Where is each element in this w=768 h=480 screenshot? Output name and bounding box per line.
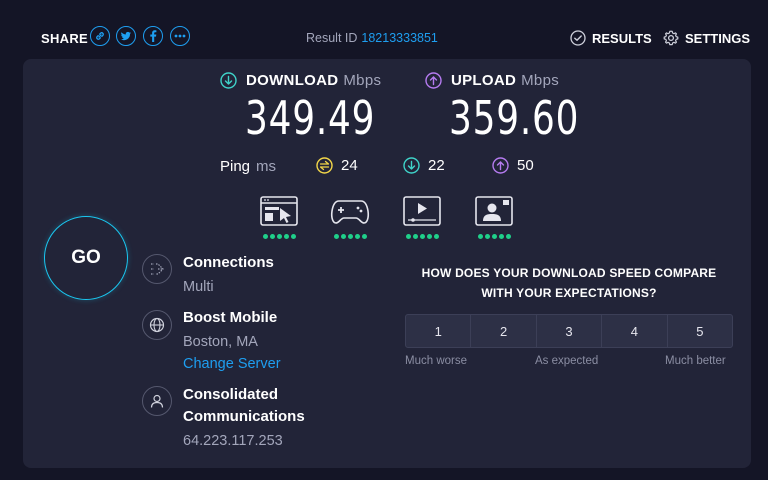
download-label: DOWNLOAD xyxy=(246,72,339,89)
server-name: Boost Mobile xyxy=(183,309,278,326)
provider-name-line2: Communications xyxy=(183,408,305,425)
ping-upload: 50 xyxy=(492,157,534,174)
rating-option-5[interactable]: 5 xyxy=(666,314,734,348)
rating-dot xyxy=(361,234,367,239)
facebook-icon[interactable] xyxy=(143,26,163,46)
rating-mid-label: As expected xyxy=(535,355,599,367)
rating-dot xyxy=(276,234,282,239)
change-server-link[interactable]: Change Server xyxy=(183,356,281,372)
check-circle-icon xyxy=(570,30,586,46)
idle-latency-icon xyxy=(316,157,333,174)
rating-option-2[interactable]: 2 xyxy=(470,314,537,348)
rating-scale: 1 2 3 4 5 xyxy=(405,314,734,348)
result-id-link[interactable]: 18213333851 xyxy=(361,31,437,45)
rating-dot xyxy=(484,234,490,239)
ping-upload-value: 50 xyxy=(517,157,534,174)
download-speed: 349.49 xyxy=(245,91,376,145)
ping-label: Ping xyxy=(220,158,251,175)
server-location: Boston, MA xyxy=(183,334,258,350)
rating-dot xyxy=(290,234,296,239)
ping-label-group: Ping ms xyxy=(220,158,276,175)
globe-icon xyxy=(142,310,172,340)
go-button[interactable]: GO xyxy=(44,216,128,300)
usecase-rating-dots xyxy=(402,234,442,239)
rating-dot xyxy=(498,234,504,239)
rating-dot xyxy=(347,234,353,239)
connections-value: Multi xyxy=(183,279,214,295)
link-icon[interactable] xyxy=(90,26,110,46)
ping-idle-value: 24 xyxy=(341,157,358,174)
rating-dot xyxy=(433,234,439,239)
user-icon xyxy=(142,386,172,416)
rating-dot xyxy=(269,234,275,239)
provider-ip: 64.223.117.253 xyxy=(183,433,283,449)
result-id-label: Result ID xyxy=(306,31,358,45)
upload-header: UPLOAD Mbps xyxy=(425,72,559,89)
result-id: Result ID 18213333851 xyxy=(306,31,438,45)
rating-dot xyxy=(405,234,411,239)
gaming-icon xyxy=(330,200,370,224)
rating-option-4[interactable]: 4 xyxy=(601,314,668,348)
usecase-rating-dots xyxy=(474,234,514,239)
rating-dot xyxy=(333,234,339,239)
gear-icon xyxy=(663,30,679,46)
download-header: DOWNLOAD Mbps xyxy=(220,72,381,89)
ping-download-value: 22 xyxy=(428,157,445,174)
usecase-video-streaming[interactable] xyxy=(402,196,442,239)
rating-dot xyxy=(412,234,418,239)
settings-label: SETTINGS xyxy=(685,30,751,46)
upload-label: UPLOAD xyxy=(451,72,517,89)
download-arrow-icon xyxy=(220,72,237,89)
rating-high-label: Much better xyxy=(665,355,726,367)
share-label: SHARE xyxy=(41,31,89,46)
results-label: RESULTS xyxy=(592,30,652,46)
results-button[interactable]: RESULTS xyxy=(570,30,652,46)
upload-unit: Mbps xyxy=(521,72,560,89)
rating-dot xyxy=(354,234,360,239)
usecase-rating-dots xyxy=(330,234,370,239)
ping-unit: ms xyxy=(256,158,277,175)
rating-dot xyxy=(491,234,497,239)
survey-question: HOW DOES YOUR DOWNLOAD SPEED COMPARE WIT… xyxy=(405,263,733,303)
rating-option-3[interactable]: 3 xyxy=(535,314,603,348)
web-browsing-icon xyxy=(260,196,298,226)
twitter-icon[interactable] xyxy=(116,26,136,46)
download-latency-icon xyxy=(403,157,420,174)
rating-dot xyxy=(283,234,289,239)
results-panel: DOWNLOAD Mbps 349.49 UPLOAD Mbps 359.60 … xyxy=(23,59,751,468)
ping-download: 22 xyxy=(403,157,445,174)
ping-idle: 24 xyxy=(316,157,358,174)
video-streaming-icon xyxy=(403,196,441,226)
provider-name-line1: Consolidated xyxy=(183,386,279,403)
download-unit: Mbps xyxy=(343,72,382,89)
settings-button[interactable]: SETTINGS xyxy=(663,30,750,46)
rating-dot xyxy=(419,234,425,239)
survey-question-line1: HOW DOES YOUR DOWNLOAD SPEED COMPARE xyxy=(421,266,717,280)
upload-arrow-icon xyxy=(425,72,442,89)
rating-dot xyxy=(426,234,432,239)
rating-low-label: Much worse xyxy=(405,355,467,367)
usecase-rating-dots xyxy=(259,234,299,239)
more-icon[interactable] xyxy=(170,26,190,46)
rating-dot xyxy=(477,234,483,239)
top-bar: SHARE Result ID 18213333851 RESULTS SETTI… xyxy=(0,0,768,60)
usecase-gaming[interactable] xyxy=(330,196,370,239)
video-call-icon xyxy=(475,196,513,226)
upload-speed: 359.60 xyxy=(449,91,580,145)
connections-icon xyxy=(142,254,172,284)
rating-dot xyxy=(505,234,511,239)
upload-latency-icon xyxy=(492,157,509,174)
connections-title: Connections xyxy=(183,254,274,271)
rating-dot xyxy=(262,234,268,239)
usecase-web-browsing[interactable] xyxy=(259,196,299,239)
survey-question-line2: WITH YOUR EXPECTATIONS? xyxy=(481,286,657,300)
rating-option-1[interactable]: 1 xyxy=(405,314,472,348)
rating-dot xyxy=(340,234,346,239)
usecase-video-call[interactable] xyxy=(474,196,514,239)
